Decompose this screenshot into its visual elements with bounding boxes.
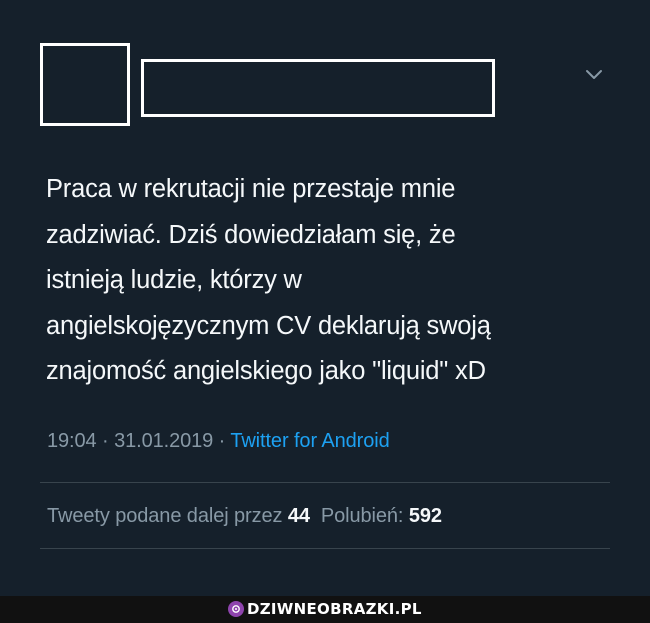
meta-separator: · xyxy=(218,430,226,452)
likes-count[interactable]: 592 xyxy=(409,505,442,527)
tweet-date: 31.01.2019 xyxy=(114,430,214,452)
watermark-text: DZIWNEOBRAZKI.PL xyxy=(247,600,422,618)
likes-label[interactable]: Polubień: xyxy=(321,505,404,527)
divider xyxy=(40,548,610,549)
tweet-stats: Tweety podane dalej przez 44 Polubień: 5… xyxy=(47,505,442,528)
watermark-bar: DZIWNEOBRAZKI.PL xyxy=(0,596,650,623)
watermark-logo-icon xyxy=(228,601,244,617)
tweet-card: Praca w rekrutacji nie przestaje mnie za… xyxy=(0,0,650,596)
watermark: DZIWNEOBRAZKI.PL xyxy=(228,599,422,619)
chevron-down-icon[interactable] xyxy=(585,68,603,82)
username-redacted[interactable] xyxy=(141,59,495,117)
tweet-time: 19:04 xyxy=(47,430,97,452)
divider xyxy=(40,482,610,483)
retweets-count[interactable]: 44 xyxy=(288,505,310,527)
tweet-text: Praca w rekrutacji nie przestaje mnie za… xyxy=(46,175,491,386)
tweet-meta: 19:04 · 31.01.2019 · Twitter for Android xyxy=(47,430,390,453)
meta-separator: · xyxy=(102,430,109,452)
tweet-source-link[interactable]: Twitter for Android xyxy=(230,430,389,452)
avatar-redacted[interactable] xyxy=(40,43,130,126)
retweets-label[interactable]: Tweety podane dalej przez xyxy=(47,505,283,527)
